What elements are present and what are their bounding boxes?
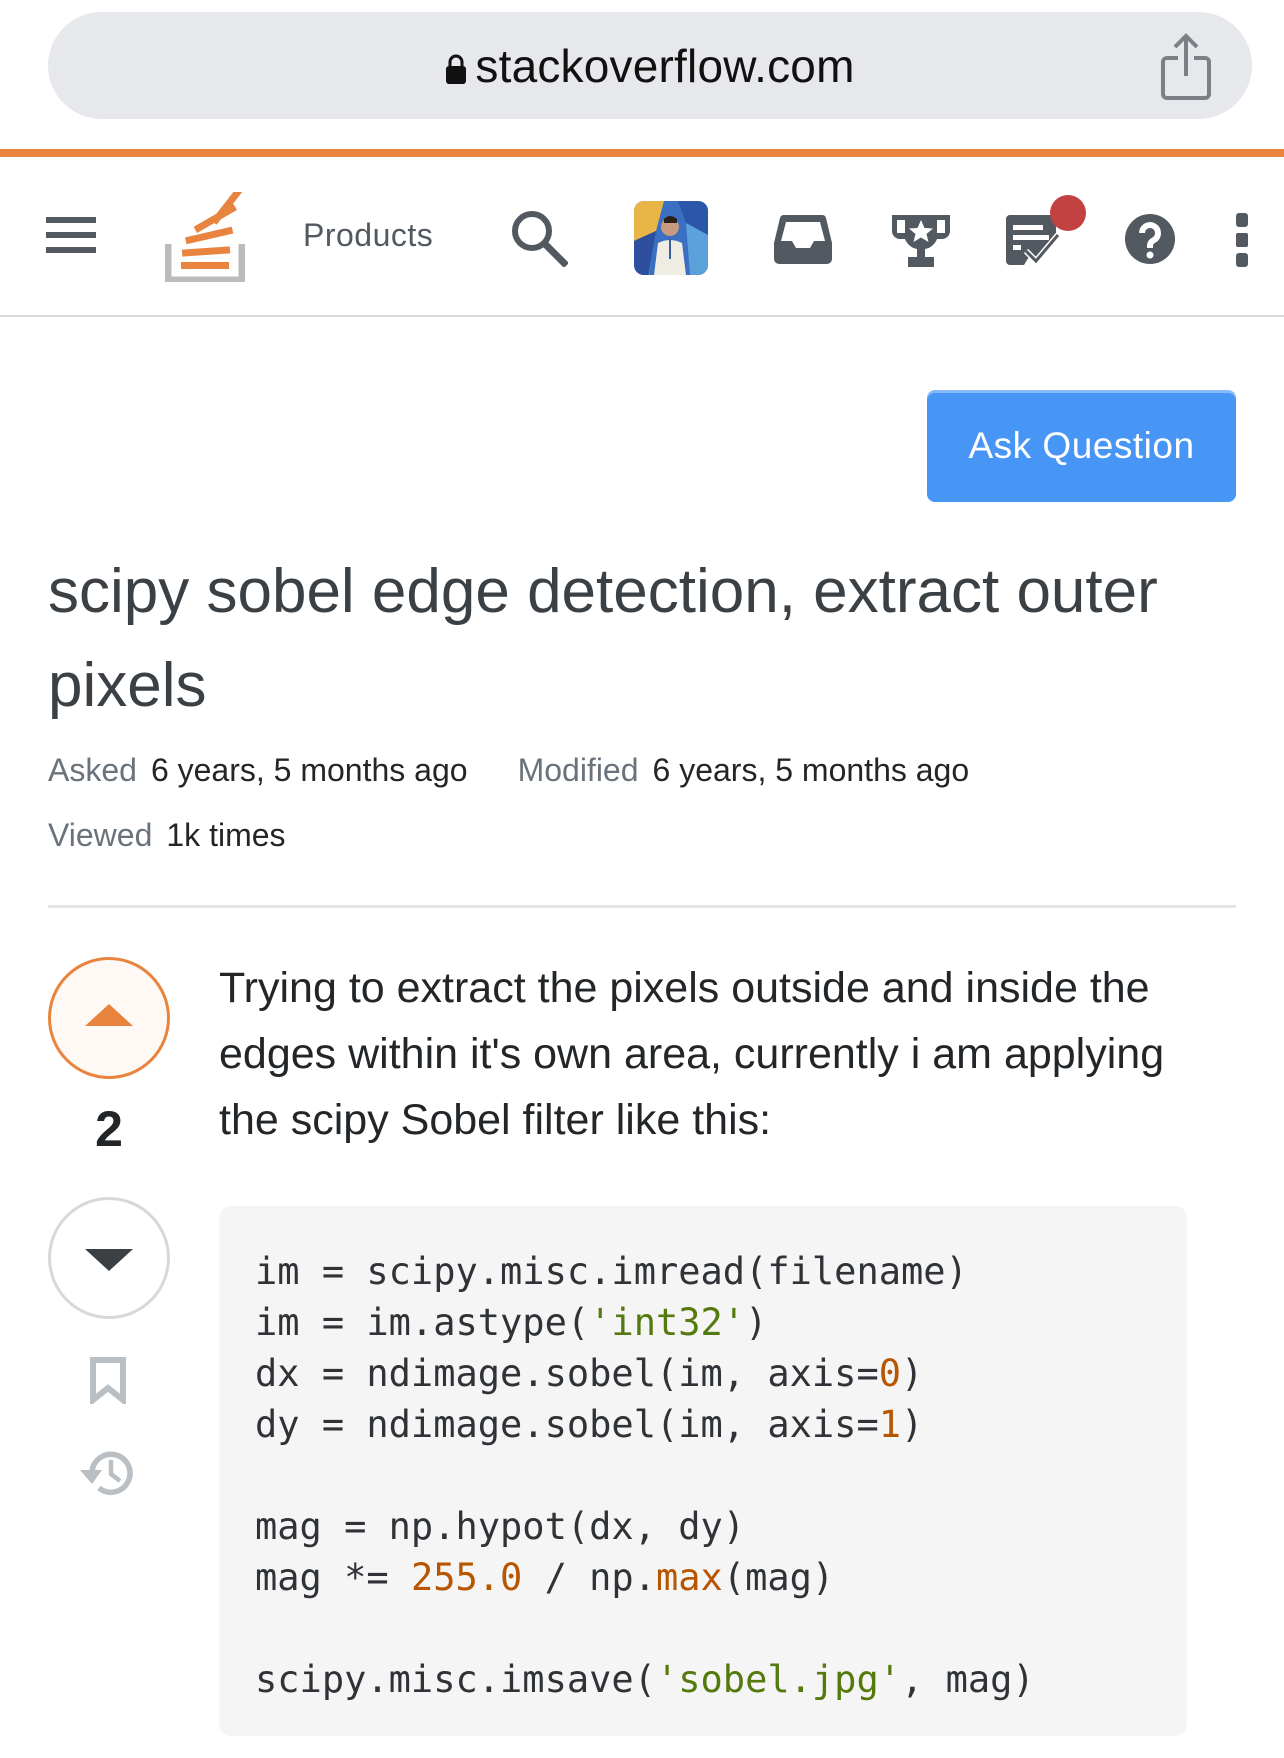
share-icon[interactable] bbox=[1160, 32, 1212, 100]
achievements-trophy-icon[interactable] bbox=[890, 213, 952, 269]
question-body: Trying to extract the pixels outside and… bbox=[219, 964, 1165, 1144]
code-token: mag *= bbox=[255, 1556, 411, 1599]
code-token: mag = np.hypot(dx, dy) bbox=[255, 1505, 746, 1548]
modified-value[interactable]: 6 years, 5 months ago bbox=[653, 752, 970, 788]
code-line: im = im.astype('int32') bbox=[255, 1297, 1035, 1348]
viewed-value: 1k times bbox=[166, 817, 286, 853]
browser-chrome: stackoverflow.com bbox=[0, 0, 1284, 150]
upvote-button[interactable] bbox=[48, 957, 170, 1079]
help-icon[interactable] bbox=[1124, 213, 1176, 265]
products-link[interactable]: Products bbox=[303, 217, 433, 254]
code-line: dx = ndimage.sobel(im, axis=0) bbox=[255, 1348, 1035, 1399]
more-icon[interactable] bbox=[1236, 213, 1248, 267]
code-content: im = scipy.misc.imread(filename) im = im.… bbox=[255, 1246, 1035, 1705]
question-meta: Asked 6 years, 5 months ago Modified 6 year… bbox=[48, 752, 969, 789]
code-line: mag *= 255.0 / np.max(mag) bbox=[255, 1552, 1035, 1603]
url-text: stackoverflow.com bbox=[475, 39, 855, 92]
avatar[interactable] bbox=[634, 201, 708, 275]
code-token: ) bbox=[745, 1301, 768, 1344]
code-line: mag = np.hypot(dx, dy) bbox=[255, 1501, 1035, 1552]
header-divider bbox=[48, 905, 1236, 908]
hamburger-icon[interactable] bbox=[46, 217, 96, 257]
code-line: scipy.misc.imsave('sobel.jpg', mag) bbox=[255, 1654, 1035, 1705]
code-token: ) bbox=[901, 1352, 924, 1395]
code-token: 'int32' bbox=[589, 1301, 746, 1344]
question-views: Viewed 1k times bbox=[48, 817, 286, 854]
address-bar[interactable]: stackoverflow.com bbox=[48, 12, 1252, 119]
code-token: scipy.misc.imsave( bbox=[255, 1658, 656, 1701]
code-token: 'sobel.jpg' bbox=[655, 1658, 902, 1701]
viewed-label: Viewed bbox=[48, 817, 153, 853]
downvote-button[interactable] bbox=[48, 1197, 170, 1319]
code-token: im = scipy.misc.imread(filename) bbox=[255, 1250, 968, 1293]
question-title[interactable]: scipy sobel edge detection, extract oute… bbox=[48, 545, 1198, 733]
asked-label: Asked bbox=[48, 752, 137, 788]
code-token: max bbox=[655, 1556, 723, 1599]
brand-accent-bar bbox=[0, 149, 1284, 157]
code-line: im = scipy.misc.imread(filename) bbox=[255, 1246, 1035, 1297]
inbox-icon[interactable] bbox=[772, 213, 834, 265]
code-token: 255.0 bbox=[410, 1556, 523, 1599]
bookmark-icon[interactable] bbox=[89, 1356, 127, 1407]
review-notification-badge bbox=[1050, 195, 1086, 231]
search-icon[interactable] bbox=[510, 209, 569, 268]
code-token: im = im.astype( bbox=[255, 1301, 590, 1344]
asked-value[interactable]: 6 years, 5 months ago bbox=[151, 752, 468, 788]
code-token: dx = ndimage.sobel(im, axis= bbox=[255, 1352, 879, 1395]
code-token: (mag) bbox=[722, 1556, 835, 1599]
ask-question-button[interactable]: Ask Question bbox=[927, 390, 1236, 502]
code-block: im = scipy.misc.imread(filename) im = im.… bbox=[219, 1206, 1187, 1736]
downvote-arrow-icon bbox=[85, 1249, 133, 1271]
code-token: dy = ndimage.sobel(im, axis= bbox=[255, 1403, 879, 1446]
top-navigation: Products bbox=[0, 157, 1284, 317]
code-token: , mag) bbox=[901, 1658, 1035, 1701]
stackoverflow-logo[interactable] bbox=[164, 185, 246, 284]
code-token: / np. bbox=[522, 1556, 656, 1599]
history-icon[interactable] bbox=[78, 1448, 136, 1498]
code-token: 1 bbox=[878, 1403, 902, 1446]
code-line: dy = ndimage.sobel(im, axis=1) bbox=[255, 1399, 1035, 1450]
modified-label: Modified bbox=[517, 752, 639, 788]
upvote-arrow-icon bbox=[85, 1004, 133, 1026]
code-token: 0 bbox=[878, 1352, 902, 1395]
code-token: ) bbox=[901, 1403, 924, 1446]
lock-icon bbox=[445, 53, 467, 85]
vote-count: 2 bbox=[95, 1101, 123, 1157]
